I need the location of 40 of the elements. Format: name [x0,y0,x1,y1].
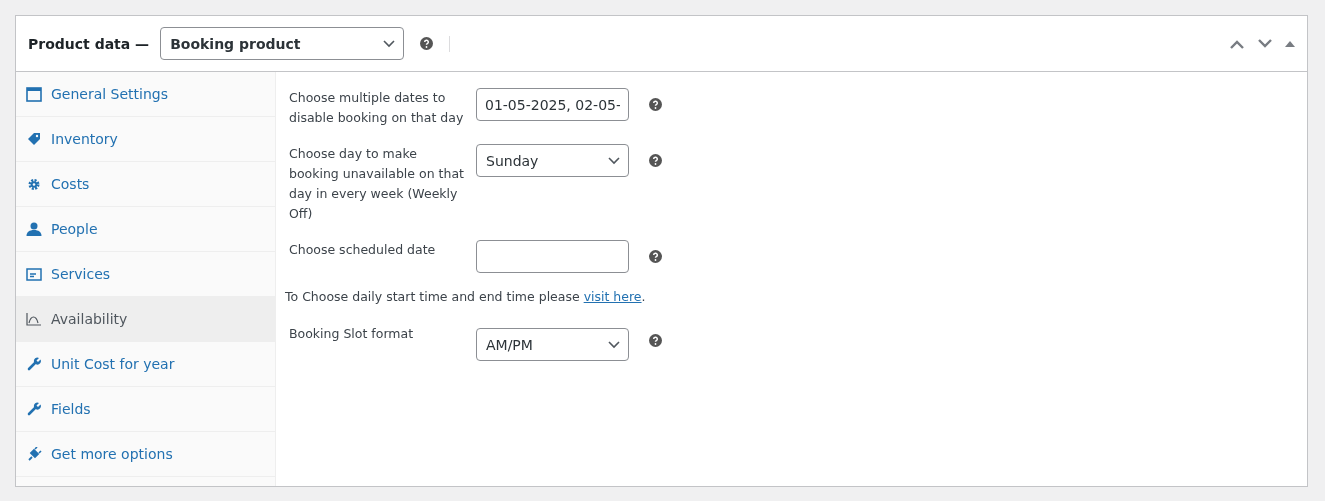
help-icon[interactable] [649,154,662,167]
person-icon [26,222,42,236]
window-icon [26,86,42,102]
help-icon[interactable] [649,250,662,263]
card-icon [26,267,42,281]
field-label: Booking Slot format [288,325,415,343]
wrench-icon [26,357,42,371]
sidebar-tab[interactable]: Unit Cost for year [16,342,275,387]
gear-icon [26,177,42,191]
move-down-icon[interactable] [1257,38,1273,49]
input-field[interactable]: 01-05-2025, 02-05- [476,88,629,121]
select-field[interactable]: AM/PM [476,328,629,361]
field-label: Choose multiple dates to disable booking on that day [288,89,464,127]
sidebar-tab[interactable]: Inventory [16,117,275,162]
visit-here-link[interactable]: visit here [583,289,642,304]
curve-chart-icon [26,312,42,326]
notice-text: To Choose daily start time and end time please visit here. [285,289,647,304]
chevron-down-icon [608,340,620,349]
collapse-toggle-icon[interactable] [1285,40,1295,47]
sidebar-tab[interactable]: Get more options [16,432,275,477]
wrench-icon [26,402,42,416]
help-icon[interactable] [420,37,434,50]
help-icon[interactable] [649,334,662,347]
sidebar-tab[interactable]: People [16,207,275,252]
panel-title: Product data — [28,35,150,52]
chevron-down-icon [383,39,396,48]
sidebar-tab[interactable]: General Settings [16,72,275,117]
chevron-down-icon [608,156,620,165]
product-type-select[interactable]: Booking product [160,27,405,60]
sidebar-tab[interactable]: Costs [16,162,275,207]
sidebar-tab[interactable]: Fields [16,387,275,432]
tag-icon [26,132,42,146]
plug-icon [26,447,42,461]
move-up-icon[interactable] [1229,38,1245,49]
input-field[interactable] [476,240,629,273]
sidebar-tab[interactable]: Availability [16,297,275,342]
help-icon[interactable] [649,98,662,111]
select-field[interactable]: Sunday [476,144,629,177]
field-label: Choose scheduled date [288,241,437,259]
field-label: Choose day to make booking unavailable on that day in every week (Weekly Off) [288,145,464,223]
